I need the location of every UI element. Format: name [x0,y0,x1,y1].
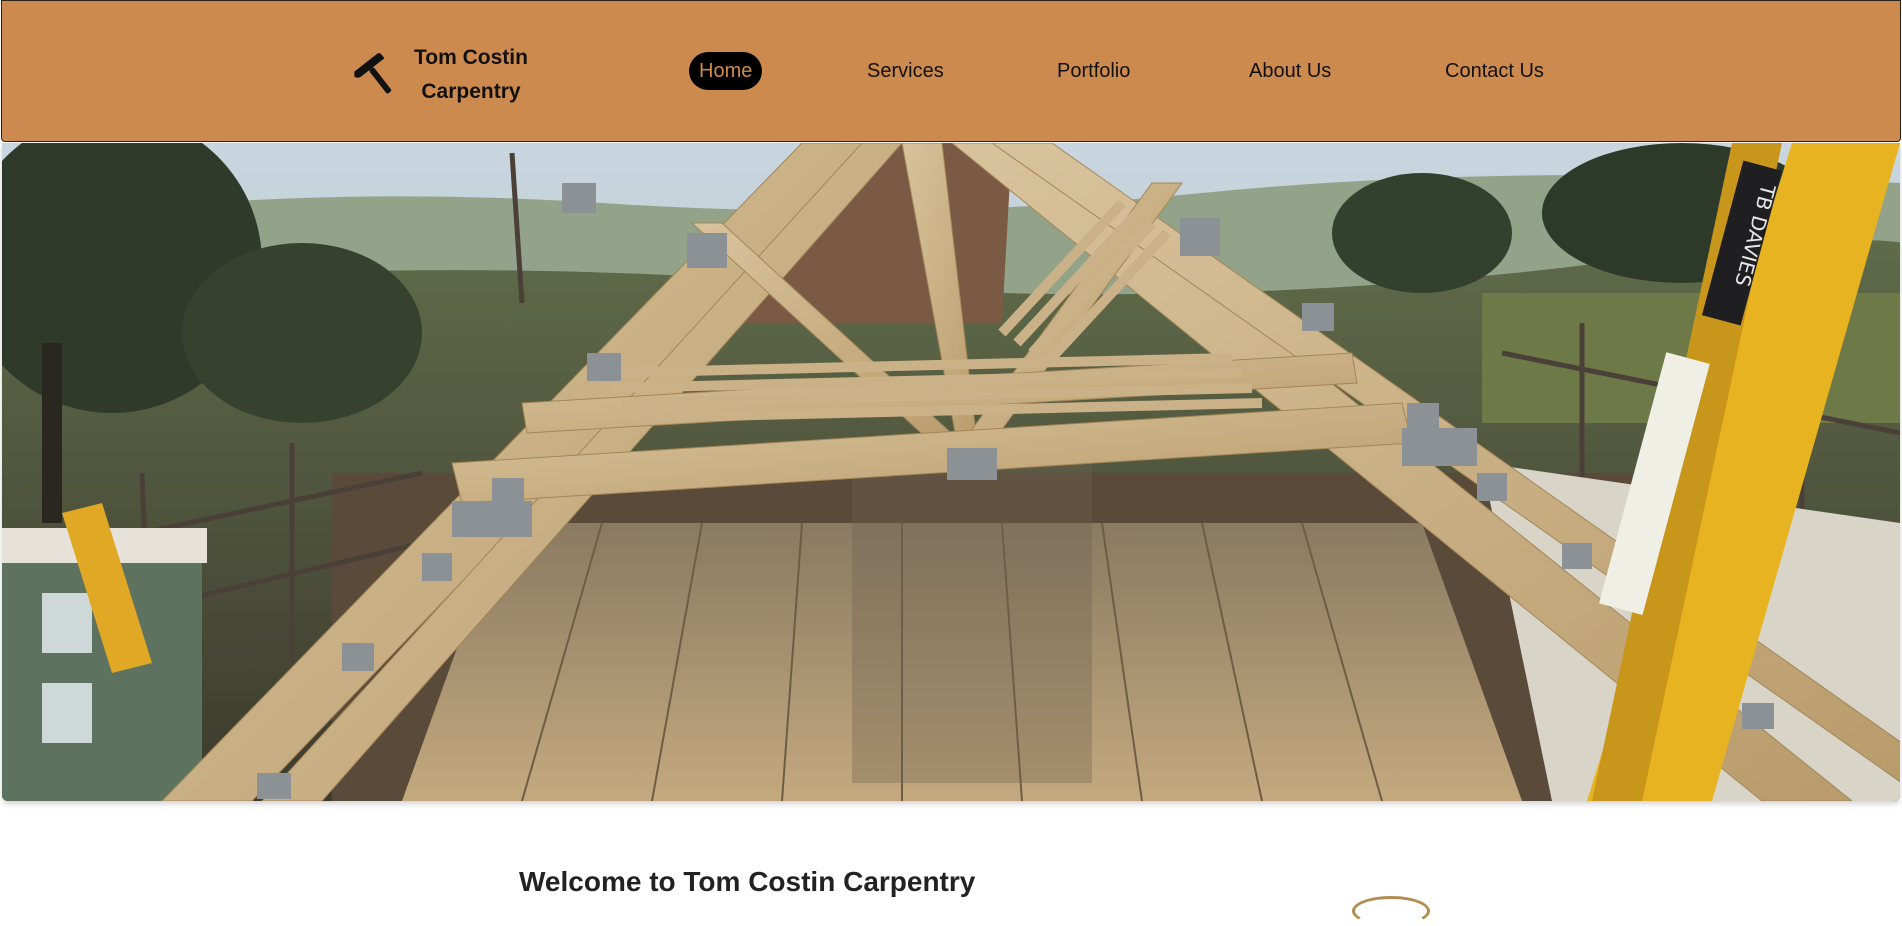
welcome-heading: Welcome to Tom Costin Carpentry [519,866,976,897]
nav-home[interactable]: Home [689,52,763,90]
brand-line1: Tom Costin [414,46,528,69]
brand-line2: Carpentry [421,80,521,103]
navbar: Tom Costin Carpentry Home Services Portf… [1,0,1901,142]
hammer-icon [354,53,392,94]
nav-portfolio[interactable]: Portfolio [1047,52,1140,90]
hero-image: TB DAVIES [2,143,1900,801]
nav-contact-us[interactable]: Contact Us [1435,52,1554,90]
roof-trusses-photo: TB DAVIES [2,143,1900,801]
nav-services[interactable]: Services [857,52,954,90]
brand-link[interactable]: Tom Costin Carpentry [352,41,528,109]
nav-about-us[interactable]: About Us [1239,52,1341,90]
brand-name: Tom Costin Carpentry [414,41,528,109]
profile-image [1352,896,1430,926]
